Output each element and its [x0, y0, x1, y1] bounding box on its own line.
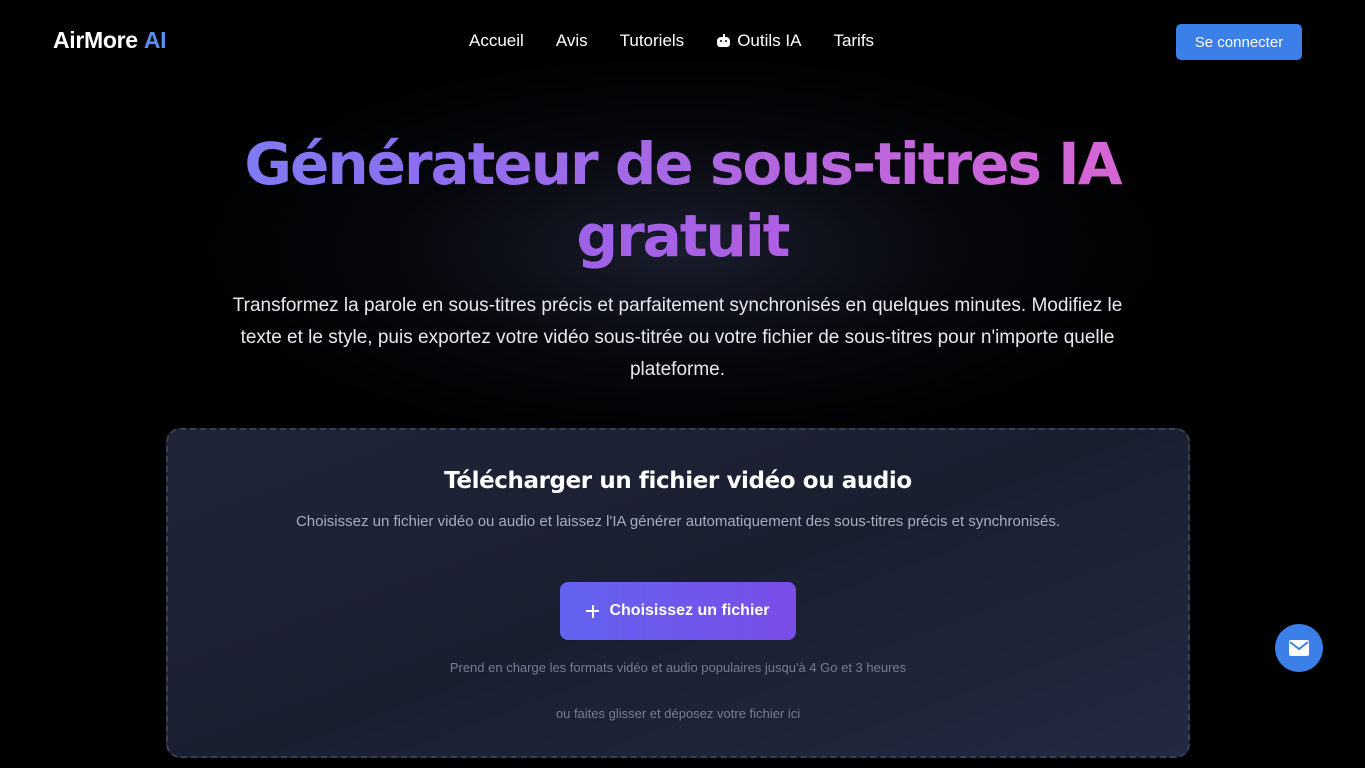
nav-item-avis[interactable]: Avis — [556, 31, 588, 51]
choose-file-button[interactable]: Choisissez un fichier — [560, 582, 796, 640]
nav-label: Tarifs — [833, 31, 875, 50]
supported-formats-text: Prend en charge les formats vidéo et aud… — [449, 660, 907, 675]
nav-label: Avis — [555, 31, 588, 50]
upload-description: Choisissez un fichier vidéo ou audio et … — [295, 513, 1061, 530]
nav-label: Accueil — [469, 31, 524, 50]
hero-subtitle: Transformez la parole en sous-titres pré… — [232, 295, 1123, 380]
robot-icon — [716, 33, 731, 47]
mail-icon — [1289, 640, 1309, 656]
choose-file-label: Choisissez un fichier — [609, 602, 770, 619]
nav-label: Tutoriels — [619, 31, 685, 50]
upload-title: Télécharger un fichier vidéo ou audio — [444, 468, 912, 494]
site-header: AirMore AI Accueil Avis Tutoriels Outils … — [0, 0, 1365, 84]
logo[interactable]: AirMore AI — [53, 27, 167, 54]
logo-text: AirMore — [53, 27, 138, 53]
nav-item-tutoriels[interactable]: Tutoriels — [620, 31, 685, 51]
nav-item-accueil[interactable]: Accueil — [469, 31, 524, 51]
page-title-line2: gratuit — [576, 202, 791, 270]
upload-dropzone[interactable]: Télécharger un fichier vidéo ou audio Ch… — [166, 428, 1190, 758]
page-title: Générateur de sous-titres IA gratuit — [0, 128, 1365, 272]
main-nav: Accueil Avis Tutoriels Outils IA Tarifs — [469, 31, 874, 51]
page-title-line1: Générateur de sous-titres IA — [244, 130, 1121, 198]
nav-item-tarifs[interactable]: Tarifs — [833, 31, 874, 51]
nav-item-outils-ia[interactable]: Outils IA — [716, 31, 801, 51]
login-button[interactable]: Se connecter — [1176, 24, 1302, 60]
contact-mail-button[interactable] — [1275, 624, 1323, 672]
nav-label: Outils IA — [737, 31, 802, 50]
logo-accent: AI — [143, 27, 167, 53]
drag-drop-hint: ou faites glisser et déposez votre fichi… — [555, 706, 801, 721]
plus-icon — [586, 604, 600, 618]
